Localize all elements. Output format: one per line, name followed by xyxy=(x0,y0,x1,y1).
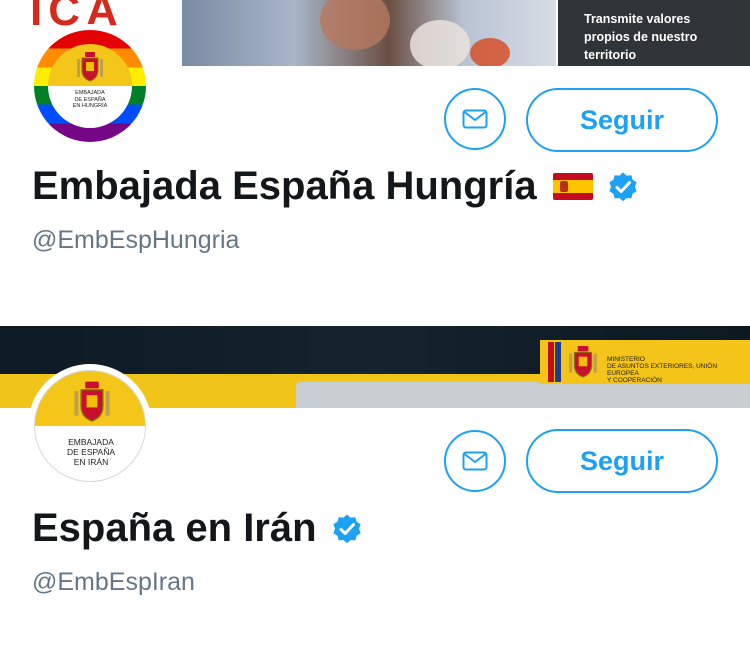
profile-name-row: Embajada España Hungría xyxy=(32,164,639,209)
spain-flag-icon xyxy=(552,173,593,200)
banner-text: Transmite valores propios de nuestro ter… xyxy=(584,12,698,62)
envelope-icon xyxy=(462,451,488,471)
message-button[interactable] xyxy=(444,88,506,150)
coat-of-arms-icon xyxy=(77,52,103,82)
profile-name: Embajada España Hungría xyxy=(32,164,537,208)
envelope-icon xyxy=(462,109,488,129)
profile-card-hungria: ICA Transmite valores propios de nuestro… xyxy=(0,0,750,300)
profile-handle: @EmbEspIran xyxy=(32,568,195,596)
avatar[interactable]: EMBAJADA DE ESPAÑA EN IRÁN xyxy=(28,364,152,488)
avatar[interactable]: EMBAJADA DE ESPAÑA EN HUNGRÍA xyxy=(28,24,152,148)
avatar-text: EMBAJADA DE ESPAÑA EN HUNGRÍA xyxy=(72,90,108,109)
follow-button[interactable]: Seguir xyxy=(526,88,718,152)
verified-badge-icon xyxy=(332,514,361,543)
ministry-text: MINISTERIO DE ASUNTOS EXTERIORES, UNIÓN … xyxy=(607,356,718,384)
avatar-text: EMBAJADA DE ESPAÑA EN IRÁN xyxy=(66,437,116,467)
coat-of-arms-icon xyxy=(569,346,597,378)
message-button[interactable] xyxy=(444,430,506,492)
profile-card-iran: MINISTERIO DE ASUNTOS EXTERIORES, UNIÓN … xyxy=(0,326,750,650)
profile-handle: @EmbEspHungria xyxy=(32,226,240,254)
profile-name-row: España en Irán xyxy=(32,506,363,551)
verified-badge-icon xyxy=(608,172,637,201)
profile-name: España en Irán xyxy=(32,506,317,550)
coat-of-arms-icon xyxy=(74,381,110,422)
follow-button[interactable]: Seguir xyxy=(526,429,718,493)
